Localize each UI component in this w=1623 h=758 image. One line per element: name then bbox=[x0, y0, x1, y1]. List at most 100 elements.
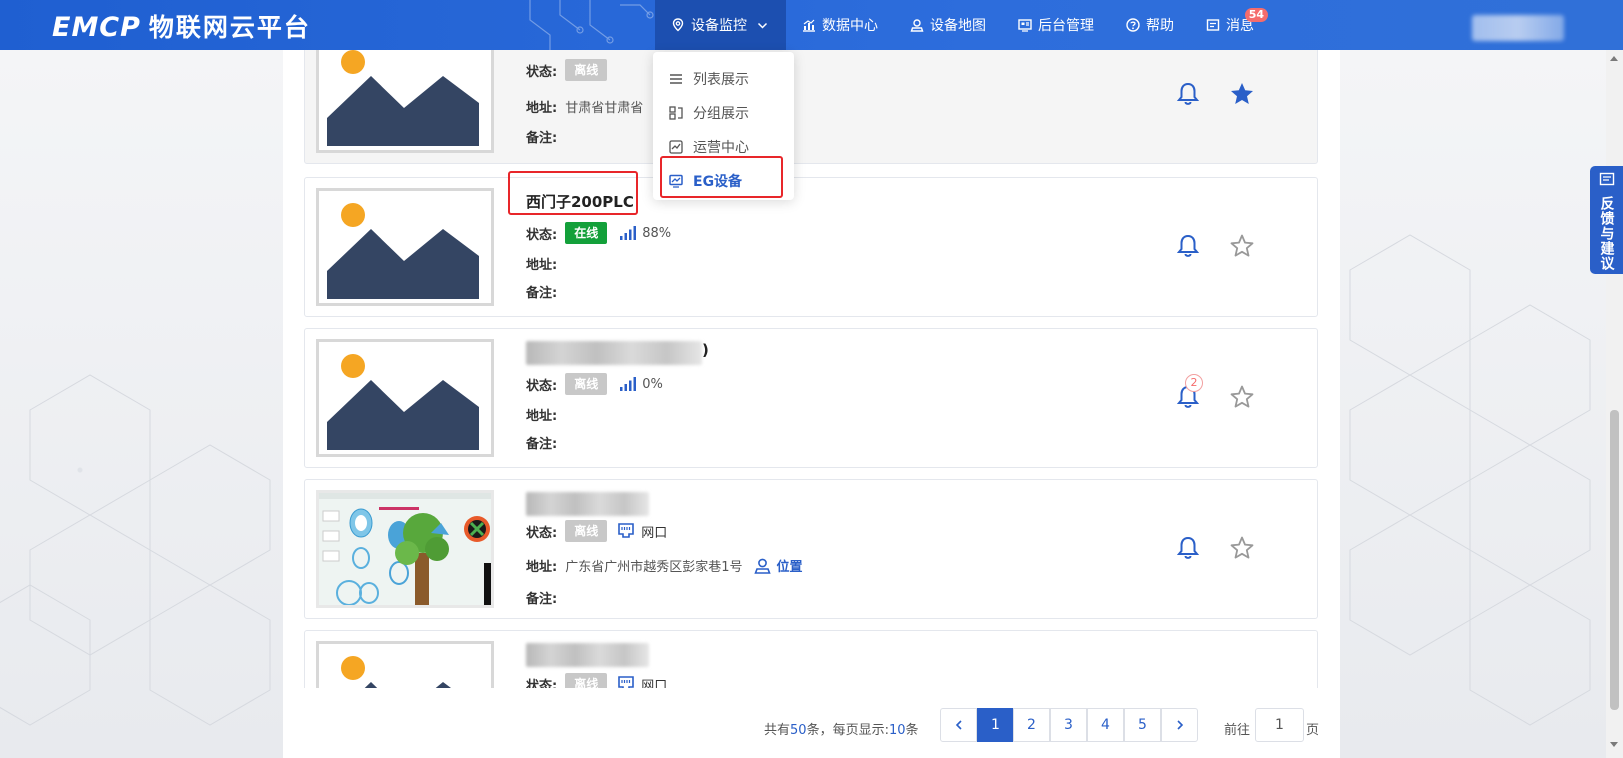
page-button[interactable]: 2 bbox=[1013, 708, 1050, 742]
device-thumbnail bbox=[316, 50, 494, 153]
device-list-panel: 状态: 离线 地址: 甘肃省甘肃省 备注: 西门子200PLC 状态: 在线 8… bbox=[283, 50, 1340, 758]
nav-label: 数据中心 bbox=[822, 18, 878, 34]
menu-item-label: 列表展示 bbox=[693, 72, 749, 88]
list-icon bbox=[670, 74, 682, 84]
prev-page-button[interactable] bbox=[940, 708, 977, 742]
feedback-label: 反馈与建议 bbox=[1598, 196, 1615, 271]
star-outline-icon[interactable] bbox=[1229, 535, 1255, 561]
address-label: 地址: bbox=[526, 560, 558, 575]
device-card[interactable]: 状态: 离线 地址: 甘肃省甘肃省 备注: bbox=[304, 50, 1318, 164]
device-card[interactable]: ) 状态: 离线 0% 地址: 备注: 2 bbox=[304, 328, 1318, 468]
main-nav: 设备监控 数据中心 设备地图 后台管理 帮助 消息 54 bbox=[655, 0, 1270, 50]
nav-label: 设备监控 bbox=[691, 18, 747, 34]
device-screenshot-image bbox=[319, 493, 491, 605]
device-thumbnail bbox=[316, 490, 494, 608]
ethernet-port-icon bbox=[618, 523, 635, 538]
operations-icon bbox=[669, 140, 683, 154]
logo-cn: 物联网云平台 bbox=[148, 13, 311, 42]
status-label: 状态: bbox=[526, 525, 558, 541]
next-page-button[interactable] bbox=[1161, 708, 1198, 742]
page-button[interactable]: 4 bbox=[1087, 708, 1124, 742]
chevron-right-icon bbox=[1176, 720, 1183, 730]
menu-item-label: 运营中心 bbox=[693, 140, 749, 156]
logo[interactable]: EMCP 物联网云平台 bbox=[52, 8, 311, 44]
nav-data-center[interactable]: 数据中心 bbox=[786, 0, 894, 50]
bell-icon[interactable] bbox=[1175, 81, 1201, 107]
star-filled-icon[interactable] bbox=[1229, 81, 1255, 107]
scrollbar-thumb[interactable] bbox=[1610, 410, 1619, 710]
device-list: 状态: 离线 地址: 甘肃省甘肃省 备注: 西门子200PLC 状态: 在线 8… bbox=[283, 50, 1340, 688]
status-badge: 离线 bbox=[565, 59, 608, 81]
location-pin-icon bbox=[672, 18, 684, 32]
status-badge: 离线 bbox=[565, 373, 608, 395]
nav-device-map[interactable]: 设备地图 bbox=[894, 0, 1002, 50]
menu-item-group-view[interactable]: 分组展示 bbox=[653, 96, 794, 130]
device-card[interactable]: 西门子200PLC 状态: 在线 88% 地址: 备注: bbox=[304, 171, 1318, 317]
star-outline-icon[interactable] bbox=[1229, 233, 1255, 259]
location-user-icon bbox=[754, 558, 772, 574]
bell-icon[interactable] bbox=[1175, 535, 1201, 561]
device-name: 西门子200PLC bbox=[526, 193, 634, 211]
signal-value: 88% bbox=[642, 225, 672, 241]
device-name-blurred bbox=[526, 643, 649, 667]
device-card[interactable]: 状态: 离线 网口 bbox=[304, 630, 1318, 688]
nav-admin[interactable]: 后台管理 bbox=[1002, 0, 1110, 50]
device-monitor-dropdown: 列表展示 分组展示 运营中心 EG设备 bbox=[653, 52, 794, 200]
page-button[interactable]: 5 bbox=[1124, 708, 1161, 742]
location-label: 位置 bbox=[776, 560, 803, 575]
status-badge: 离线 bbox=[565, 520, 608, 542]
message-icon bbox=[1206, 19, 1220, 31]
device-thumbnail bbox=[316, 641, 494, 688]
nav-messages[interactable]: 消息 54 bbox=[1190, 0, 1270, 50]
signal-strength: 0% bbox=[619, 376, 663, 392]
scroll-up-arrow-icon[interactable] bbox=[1610, 56, 1618, 61]
chart-icon bbox=[803, 19, 815, 32]
signal-icon bbox=[620, 226, 637, 240]
help-icon bbox=[1126, 18, 1140, 32]
status-label: 状态: bbox=[526, 678, 558, 689]
menu-item-operation-center[interactable]: 运营中心 bbox=[653, 130, 794, 164]
chevron-down-icon bbox=[757, 22, 768, 29]
status-badge: 在线 bbox=[565, 222, 608, 244]
dashboard-icon bbox=[1018, 19, 1032, 32]
top-navigation-bar: EMCP 物联网云平台 设备监控 数据中心 设备地图 后台管理 帮助 消息 54 bbox=[0, 0, 1623, 50]
page-button[interactable]: 3 bbox=[1050, 708, 1087, 742]
nav-device-monitor[interactable]: 设备监控 bbox=[655, 0, 786, 50]
device-thumbnail bbox=[316, 339, 494, 457]
star-outline-icon[interactable] bbox=[1229, 384, 1255, 410]
logo-en: EMCP bbox=[52, 12, 141, 43]
alarm-count-badge: 2 bbox=[1185, 374, 1203, 392]
address-label: 地址: bbox=[526, 101, 558, 116]
page-scrollbar[interactable] bbox=[1606, 50, 1623, 758]
scroll-down-arrow-icon[interactable] bbox=[1610, 742, 1618, 747]
page-size-suffix: 条 bbox=[905, 723, 919, 738]
network-type: 网口 bbox=[617, 675, 668, 689]
eg-device-icon bbox=[669, 174, 683, 188]
network-value: 网口 bbox=[641, 678, 668, 689]
nav-help[interactable]: 帮助 bbox=[1110, 0, 1190, 50]
status-label: 状态: bbox=[526, 378, 558, 394]
network-type: 网口 bbox=[617, 522, 667, 541]
image-placeholder-icon bbox=[319, 50, 491, 150]
feedback-button[interactable]: 反馈与建议 bbox=[1590, 166, 1623, 274]
pagination-total: 共有50条，每页显示:10条 bbox=[764, 719, 919, 738]
menu-item-label: 分组展示 bbox=[693, 106, 749, 122]
page-suffix: 页 bbox=[1306, 723, 1320, 738]
circuit-decoration bbox=[529, 0, 654, 50]
page-button[interactable]: 1 bbox=[977, 708, 1014, 742]
device-name: ) bbox=[702, 341, 709, 359]
menu-item-eg-device[interactable]: EG设备 bbox=[653, 164, 794, 198]
image-placeholder-icon bbox=[319, 191, 491, 303]
status-badge: 离线 bbox=[565, 673, 608, 688]
goto-page-input[interactable] bbox=[1255, 708, 1304, 742]
location-link[interactable]: 位置 bbox=[754, 556, 803, 575]
user-avatar-blurred[interactable] bbox=[1472, 15, 1564, 41]
menu-item-list-view[interactable]: 列表展示 bbox=[653, 62, 794, 96]
map-user-icon bbox=[910, 19, 924, 32]
signal-value: 0% bbox=[642, 376, 663, 392]
device-card[interactable]: 状态: 离线 网口 地址: 广东省广州市越秀区彭家巷1号 位置 备注: bbox=[304, 479, 1318, 619]
status-label: 状态: bbox=[526, 64, 558, 80]
bell-icon[interactable] bbox=[1175, 233, 1201, 259]
remark-label: 备注: bbox=[526, 437, 558, 452]
menu-item-label: EG设备 bbox=[693, 174, 743, 190]
